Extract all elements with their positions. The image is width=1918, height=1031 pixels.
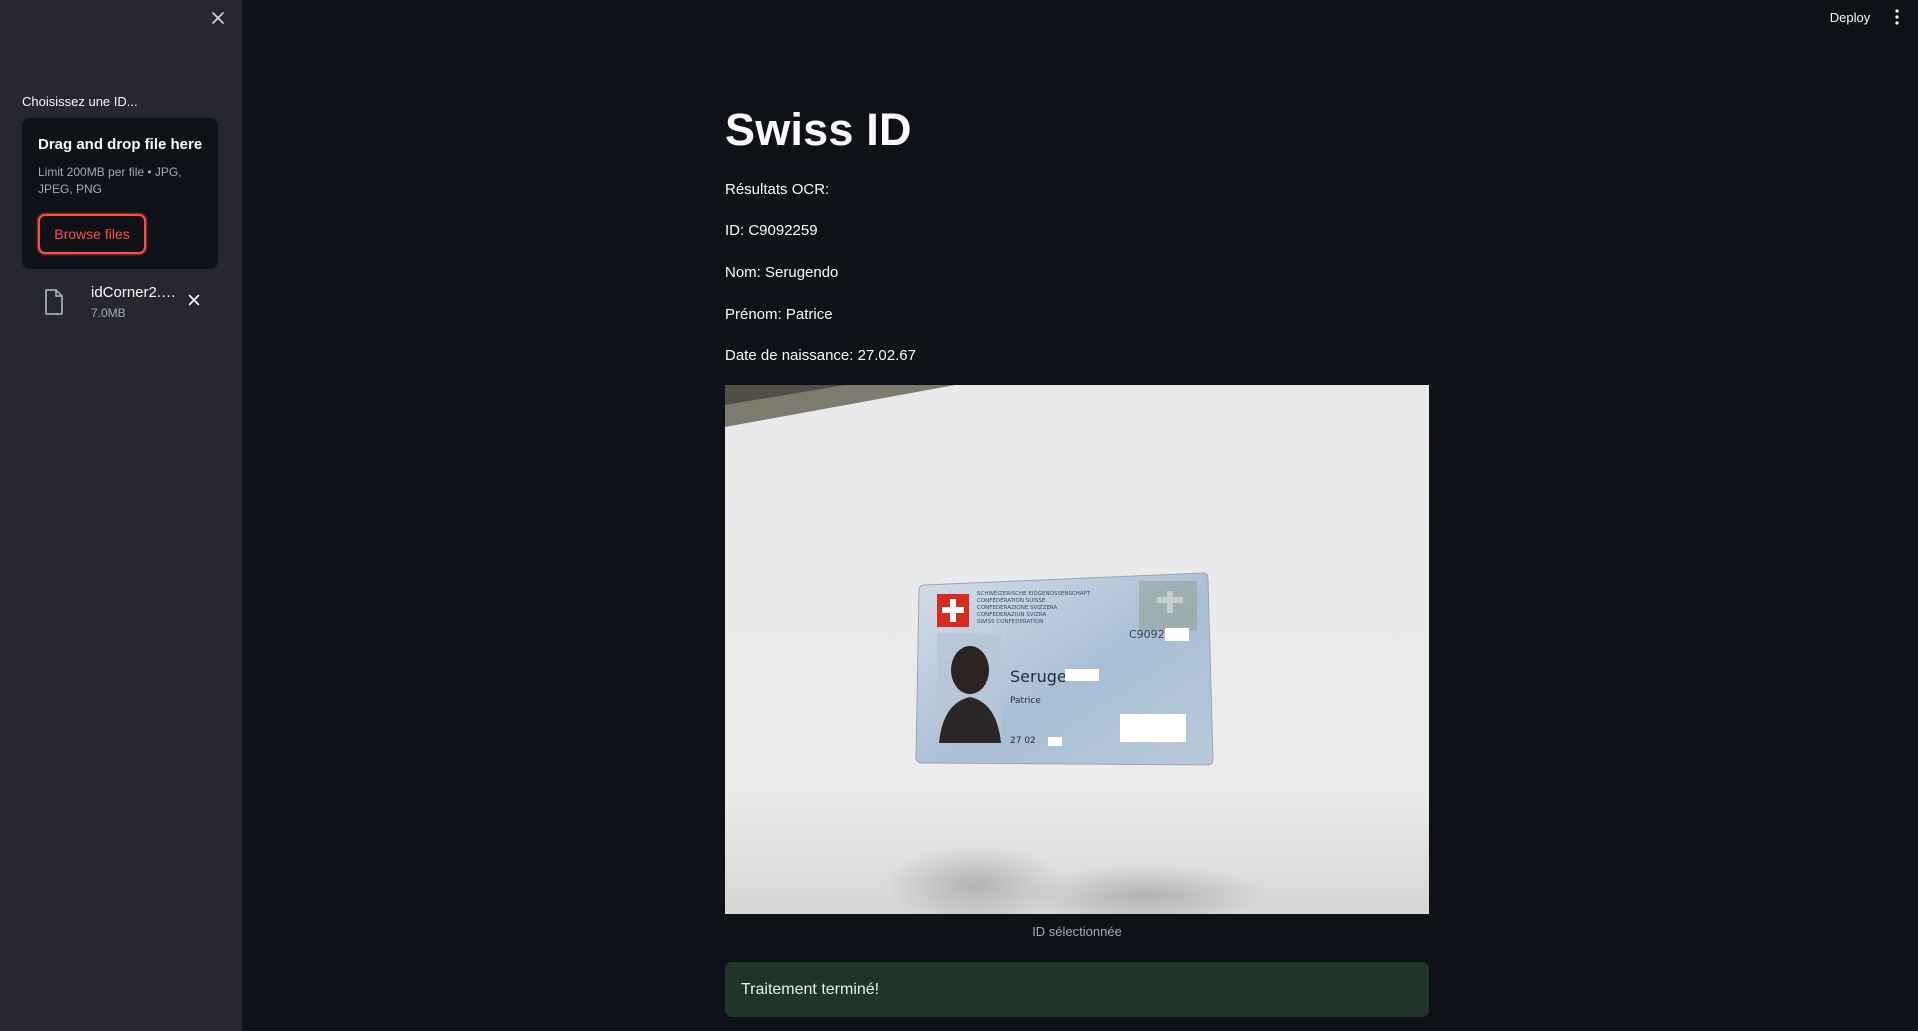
uploaded-file-size: 7.0MB [91, 306, 126, 320]
ocr-heading: Résultats OCR: [725, 181, 830, 198]
id-card: SCHWEIZERISCHE EIDGENOSSENSCHAFT CONFÉDÉ… [915, 572, 1214, 766]
dropzone-title: Drag and drop file here [38, 136, 203, 153]
svg-text:Seruge: Seruge [1010, 667, 1067, 686]
svg-text:SWISS CONFEDERATION: SWISS CONFEDERATION [977, 619, 1043, 625]
success-message: Traitement terminé! [741, 980, 880, 998]
remove-file-button[interactable] [183, 289, 205, 311]
ocr-id: ID: C9092259 [725, 222, 818, 239]
vertical-dots-icon [1895, 9, 1899, 25]
browse-files-button[interactable]: Browse files [38, 214, 146, 254]
dropzone-limit-text: Limit 200MB per file • JPG, JPEG, PNG [38, 165, 182, 196]
ocr-prenom: Prénom: Patrice [725, 306, 833, 323]
main-menu-button[interactable] [1886, 4, 1908, 30]
uploaded-file-item: idCorner2.… 7.0MB [42, 284, 212, 326]
app-root: Choisissez une ID... Drag and drop file … [0, 0, 1918, 1031]
svg-text:CONFÉDÉRATION SUISSE: CONFÉDÉRATION SUISSE [977, 596, 1046, 604]
svg-text:CONFEDERAZIONE SVIZZERA: CONFEDERAZIONE SVIZZERA [977, 605, 1058, 611]
uploader-label: Choisissez une ID... [22, 94, 138, 109]
svg-text:C9092: C9092 [1129, 628, 1165, 641]
id-photo: SCHWEIZERISCHE EIDGENOSSENSCHAFT CONFÉDÉ… [725, 385, 1429, 914]
svg-text:27 02: 27 02 [1010, 736, 1036, 746]
file-icon [45, 289, 63, 315]
close-icon [212, 12, 224, 24]
svg-text:SCHWEIZERISCHE EIDGENOSSENSCHA: SCHWEIZERISCHE EIDGENOSSENSCHAFT [977, 591, 1091, 597]
uploaded-file-name: idCorner2.… [91, 284, 177, 301]
success-alert: Traitement terminé! [725, 962, 1429, 1017]
id-photo-scene: SCHWEIZERISCHE EIDGENOSSENSCHAFT CONFÉDÉ… [725, 385, 1429, 914]
sidebar-close-button[interactable] [206, 6, 230, 30]
page-title: Swiss ID [725, 104, 912, 155]
ocr-nom: Nom: Serugendo [725, 264, 839, 281]
ocr-date-de-naissance: Date de naissance: 27.02.67 [725, 347, 916, 364]
close-icon [188, 294, 200, 306]
file-dropzone[interactable]: Drag and drop file here Limit 200MB per … [22, 118, 218, 269]
image-caption: ID sélectionnée [1032, 924, 1122, 939]
svg-text:CONFEDERAZIUN SVIZRA: CONFEDERAZIUN SVIZRA [977, 612, 1047, 618]
sidebar: Choisissez une ID... Drag and drop file … [0, 0, 242, 1031]
svg-text:Patrice: Patrice [1010, 696, 1041, 706]
deploy-button[interactable]: Deploy [1814, 4, 1886, 30]
